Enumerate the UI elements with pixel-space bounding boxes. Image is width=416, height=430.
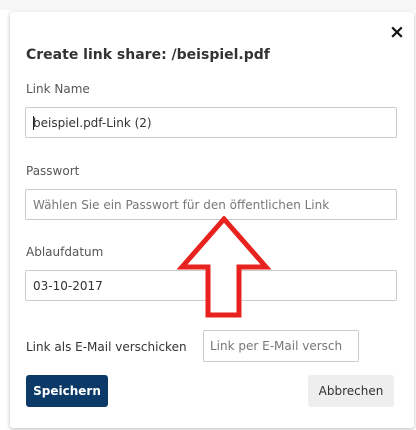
cancel-button[interactable]: Abbrechen [308,375,394,407]
save-button[interactable]: Speichern [26,375,108,407]
red-up-arrow-icon [176,216,272,318]
link-name-label: Link Name [26,82,90,96]
dialog-title: Create link share: /beispiel.pdf [26,47,270,63]
backdrop [0,0,416,10]
screen: × Create link share: /beispiel.pdf Link … [0,0,416,430]
password-label: Passwort [26,164,80,178]
link-name-input[interactable]: beispiel.pdf-Link (2) [25,107,397,138]
close-icon[interactable]: × [389,23,405,42]
expiry-date-value: 03-10-2017 [33,278,103,293]
password-placeholder: Wählen Sie ein Passwort für den öffentli… [33,197,330,212]
email-placeholder: Link per E-Mail versch [210,339,343,353]
expiry-label: Ablaufdatum [26,245,104,259]
link-name-value: beispiel.pdf-Link (2) [33,115,152,130]
email-input[interactable]: Link per E-Mail versch [203,330,359,362]
email-label: Link als E-Mail verschicken [26,340,187,354]
